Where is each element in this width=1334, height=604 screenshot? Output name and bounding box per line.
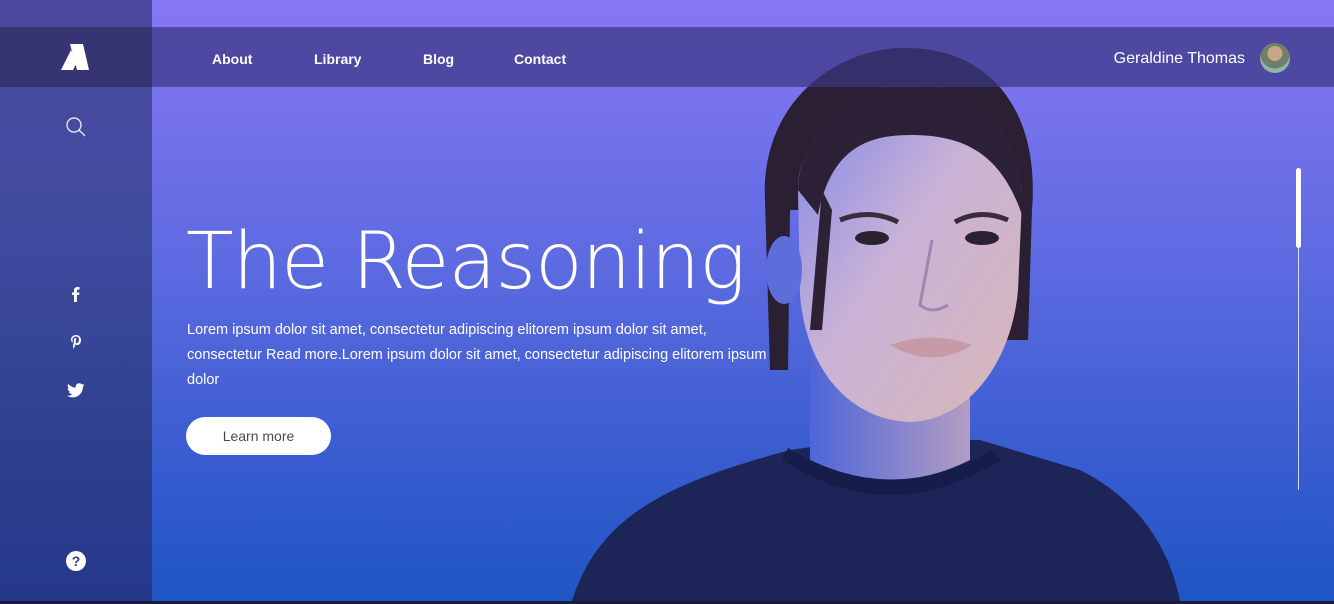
svg-text:?: ? (72, 553, 81, 569)
avatar[interactable] (1260, 43, 1290, 73)
logo[interactable] (0, 27, 152, 87)
nav-item-contact[interactable]: Contact (514, 27, 566, 87)
logo-icon (61, 44, 89, 70)
hero-description-line: consectetur Read more.Lorem ipsum dolor … (187, 347, 767, 363)
hero-description: Lorem ipsum dolor sit amet, consectetur … (187, 318, 787, 393)
hero-description-line: dolor (187, 372, 220, 388)
facebook-icon[interactable] (0, 284, 152, 304)
sidebar-top-cap (0, 0, 152, 27)
twitter-icon[interactable] (0, 380, 152, 400)
hero-description-line: Lorem ipsum dolor sit amet, consectetur … (187, 322, 707, 338)
nav-item-about[interactable]: About (212, 27, 252, 87)
help-icon[interactable]: ? (0, 550, 152, 572)
nav-item-blog[interactable]: Blog (423, 27, 454, 87)
scroll-thumb[interactable] (1296, 168, 1301, 248)
hero-section: ? About Library Blog Contact Geraldine T… (0, 0, 1334, 601)
user-name[interactable]: Geraldine Thomas (1114, 27, 1245, 87)
learn-more-button[interactable]: Learn more (186, 417, 331, 455)
hero-title: The Reasoning (186, 217, 746, 307)
left-sidebar: ? (0, 0, 152, 601)
top-navbar: About Library Blog Contact Geraldine Tho… (152, 27, 1334, 87)
pinterest-icon[interactable] (0, 332, 152, 352)
search-icon[interactable] (0, 114, 152, 140)
nav-item-library[interactable]: Library (314, 27, 361, 87)
